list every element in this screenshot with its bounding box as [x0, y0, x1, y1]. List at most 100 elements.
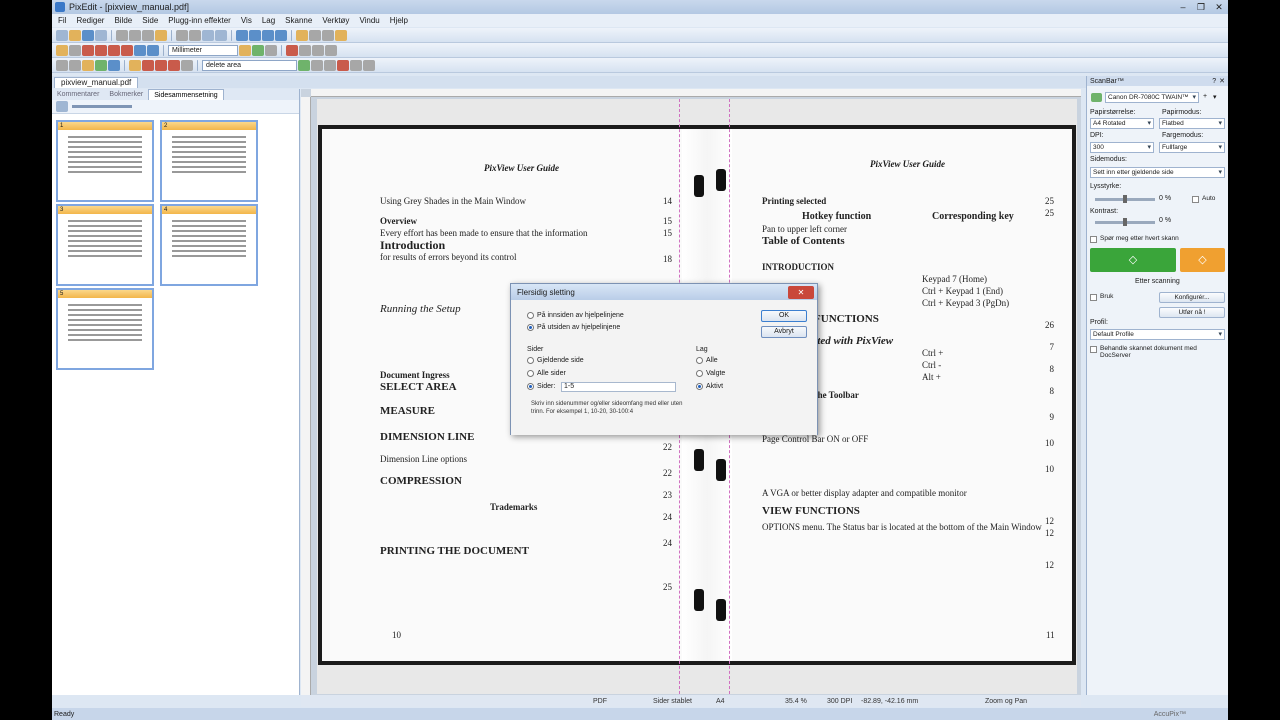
menu-plugin-effects[interactable]: Plugg-inn effekter: [168, 16, 231, 25]
close-panel-icon[interactable]: ✕: [1219, 77, 1225, 85]
stop-icon[interactable]: [324, 59, 336, 71]
docserver-checkbox[interactable]: Behandle skannet dokument med DocServer: [1090, 345, 1224, 359]
fit-width-icon[interactable]: [309, 29, 321, 41]
new-file-icon[interactable]: [56, 29, 68, 41]
macro-icon[interactable]: [363, 59, 375, 71]
print-icon[interactable]: [95, 29, 107, 41]
help-icon[interactable]: ?: [1212, 78, 1216, 85]
auto-checkbox[interactable]: Auto: [1192, 195, 1215, 203]
layer-icon[interactable]: [296, 29, 308, 41]
scan-batch-button[interactable]: ◇: [1180, 248, 1225, 272]
marker-icon[interactable]: [108, 59, 120, 71]
radio-layer-selected[interactable]: Valgte: [696, 370, 725, 377]
ok-button[interactable]: OK: [761, 310, 807, 322]
rotate-icon[interactable]: [215, 29, 227, 41]
color-picker-icon[interactable]: [95, 59, 107, 71]
run-now-button[interactable]: Utfør nå !: [1159, 307, 1225, 318]
ask-each-scan-checkbox[interactable]: Spør meg etter hvert skann: [1090, 235, 1179, 243]
snap-icon[interactable]: [265, 44, 277, 56]
delete-icon[interactable]: [286, 44, 298, 56]
page-prev-icon[interactable]: [249, 29, 261, 41]
record-icon[interactable]: [337, 59, 349, 71]
redo-icon[interactable]: [189, 29, 201, 41]
despeckle-icon[interactable]: [325, 44, 337, 56]
dialog-close-button[interactable]: ✕: [788, 285, 814, 299]
cancel-button[interactable]: Avbryt: [761, 326, 807, 338]
radio-outside-guides[interactable]: På utsiden av hjelpelinjene: [527, 324, 620, 331]
scanner-select[interactable]: Canon DR-7080C TWAIN™: [1105, 92, 1199, 103]
shape-triangle-icon[interactable]: [142, 59, 154, 71]
page-thumbnail-1[interactable]: 1: [56, 120, 154, 202]
fit-page-icon[interactable]: [322, 29, 334, 41]
menu-help[interactable]: Hjelp: [390, 16, 408, 25]
radio-inside-guides[interactable]: På innsiden av hjelpelinjene: [527, 312, 624, 319]
arrow-tool-icon[interactable]: [56, 59, 68, 71]
pause-icon[interactable]: [311, 59, 323, 71]
select-icon[interactable]: [155, 29, 167, 41]
crop-icon[interactable]: [299, 44, 311, 56]
menu-layer[interactable]: Lag: [262, 16, 275, 25]
step-icon[interactable]: [350, 59, 362, 71]
menu-view[interactable]: Vis: [241, 16, 252, 25]
page-thumbnail-4[interactable]: 4: [160, 204, 258, 286]
page-next-icon[interactable]: [262, 29, 274, 41]
color-mode-select[interactable]: Fullfarge: [1159, 142, 1225, 153]
highlight-icon[interactable]: [335, 29, 347, 41]
page-last-icon[interactable]: [275, 29, 287, 41]
scanner-add-icon[interactable]: +: [1203, 93, 1207, 100]
menu-image[interactable]: Bilde: [114, 16, 132, 25]
contrast-slider-handle[interactable]: [1123, 218, 1127, 226]
menu-scan[interactable]: Skanne: [285, 16, 312, 25]
radio-all-pages[interactable]: Alle sider: [527, 370, 566, 377]
page-thumbnail-2[interactable]: 2: [160, 120, 258, 202]
radio-layer-active[interactable]: Aktivt: [696, 383, 723, 390]
brightness-slider-handle[interactable]: [1123, 195, 1127, 203]
rect-select-icon[interactable]: [69, 44, 81, 56]
region-select[interactable]: delete area: [202, 59, 297, 71]
minimize-button[interactable]: –: [1174, 2, 1192, 13]
configure-button[interactable]: Konfigurér...: [1159, 292, 1225, 303]
eraser-icon[interactable]: [121, 44, 133, 56]
close-button[interactable]: ✕: [1210, 2, 1228, 13]
line-style-icon[interactable]: [181, 59, 193, 71]
text-icon[interactable]: [134, 44, 146, 56]
thumbnail-size-icon[interactable]: [56, 101, 68, 112]
menu-tools[interactable]: Verktøy: [322, 16, 349, 25]
cut-icon[interactable]: [116, 29, 128, 41]
document-tab[interactable]: pixview_manual.pdf: [54, 77, 139, 88]
save-icon[interactable]: [82, 29, 94, 41]
menu-edit[interactable]: Rediger: [76, 16, 104, 25]
play-icon[interactable]: [298, 59, 310, 71]
shape-circle-icon[interactable]: [155, 59, 167, 71]
open-folder-icon[interactable]: [69, 29, 81, 41]
grid-icon[interactable]: [252, 44, 264, 56]
page-mode-select[interactable]: Sett inn etter gjeldende side: [1090, 167, 1225, 178]
stacked-pages-indicator[interactable]: Sider stablet: [653, 698, 692, 705]
profile-select[interactable]: Default Profile: [1090, 329, 1225, 340]
tab-bookmarks[interactable]: Bokmerker: [104, 89, 148, 100]
maximize-button[interactable]: ❐: [1192, 2, 1210, 13]
shape-rect-icon[interactable]: [168, 59, 180, 71]
fill-tool-icon[interactable]: [82, 59, 94, 71]
scanner-menu-icon[interactable]: ▾: [1213, 93, 1217, 101]
hand-tool-icon[interactable]: [69, 59, 81, 71]
menu-page[interactable]: Side: [142, 16, 158, 25]
measure-icon[interactable]: [239, 44, 251, 56]
use-checkbox[interactable]: Bruk: [1090, 293, 1113, 301]
paste-icon[interactable]: [142, 29, 154, 41]
menu-file[interactable]: Fil: [58, 16, 66, 25]
line-icon[interactable]: [95, 44, 107, 56]
zoom-pan-mode[interactable]: Zoom og Pan: [985, 698, 1027, 705]
dpi-select[interactable]: 300: [1090, 142, 1154, 153]
page-first-icon[interactable]: [236, 29, 248, 41]
pointer-icon[interactable]: [56, 44, 68, 56]
paper-size-select[interactable]: A4 Rotated: [1090, 118, 1154, 129]
unit-select[interactable]: Millimeter: [168, 44, 238, 56]
thumbnail-size-slider[interactable]: [72, 105, 132, 108]
radio-layer-all[interactable]: Alle: [696, 357, 718, 364]
page-range-input[interactable]: 1-5: [561, 382, 676, 392]
radio-page-range[interactable]: Sider:: [527, 383, 555, 390]
zoom-icon[interactable]: [202, 29, 214, 41]
stamp-icon[interactable]: [147, 44, 159, 56]
pen-icon[interactable]: [82, 44, 94, 56]
